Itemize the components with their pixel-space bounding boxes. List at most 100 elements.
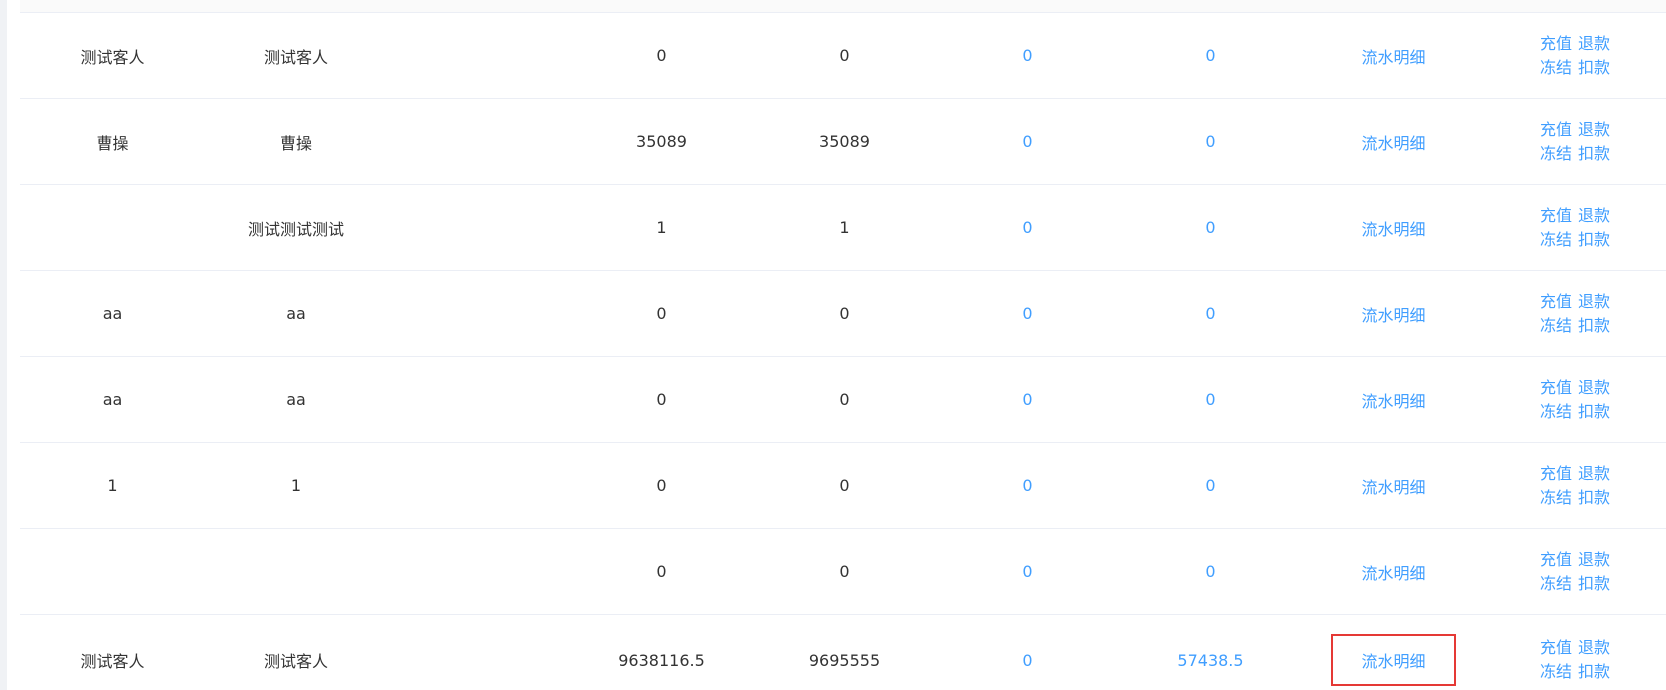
cell-col5-link[interactable]: 0 xyxy=(936,651,1119,670)
cell-col6-link[interactable]: 57438.5 xyxy=(1119,651,1302,670)
freeze-link[interactable]: 冻结 xyxy=(1540,144,1572,163)
actions-cell: 充值 退款 冻结 扣款 xyxy=(1485,118,1665,166)
deduct-link[interactable]: 扣款 xyxy=(1578,662,1610,681)
freeze-link[interactable]: 冻结 xyxy=(1540,316,1572,335)
refund-link[interactable]: 退款 xyxy=(1578,638,1610,657)
flow-cell: 流水明细 xyxy=(1302,202,1485,254)
table-header xyxy=(20,0,1666,13)
recharge-link[interactable]: 充值 xyxy=(1540,120,1572,139)
cell-col2: aa xyxy=(286,304,306,323)
table-row: aa aa 0 0 0 0 流水明细 充值 退款 冻结 扣款 xyxy=(20,271,1666,357)
cell-col6-link[interactable]: 0 xyxy=(1119,562,1302,581)
cell-col5-link[interactable]: 0 xyxy=(936,218,1119,237)
cell-col5-link[interactable]: 0 xyxy=(936,304,1119,323)
table-row: 0 0 0 0 流水明细 充值 退款 冻结 扣款 xyxy=(20,529,1666,615)
freeze-link[interactable]: 冻结 xyxy=(1540,230,1572,249)
recharge-link[interactable]: 充值 xyxy=(1540,550,1572,569)
cell-col4: 0 xyxy=(839,476,850,495)
cell-col4: 0 xyxy=(839,46,850,65)
flow-detail-link[interactable]: 流水明细 xyxy=(1331,30,1455,82)
flow-cell: 流水明细 xyxy=(1302,546,1485,598)
cell-col1: 测试客人 xyxy=(80,652,145,671)
cell-col6-link[interactable]: 0 xyxy=(1119,218,1302,237)
recharge-link[interactable]: 充值 xyxy=(1540,378,1572,397)
cell-col6-link[interactable]: 0 xyxy=(1119,390,1302,409)
freeze-link[interactable]: 冻结 xyxy=(1540,488,1572,507)
refund-link[interactable]: 退款 xyxy=(1578,550,1610,569)
cell-col5-link[interactable]: 0 xyxy=(936,476,1119,495)
cell-col5-link[interactable]: 0 xyxy=(936,46,1119,65)
flow-detail-link[interactable]: 流水明细 xyxy=(1331,202,1455,254)
recharge-link[interactable]: 充值 xyxy=(1540,292,1572,311)
cell-col3: 0 xyxy=(656,46,667,65)
table-row: 1 1 0 0 0 0 流水明细 充值 退款 冻结 扣款 xyxy=(20,443,1666,529)
cell-col2: 测试客人 xyxy=(263,47,328,67)
refund-link[interactable]: 退款 xyxy=(1578,378,1610,397)
actions-cell: 充值 退款 冻结 扣款 xyxy=(1485,290,1665,338)
refund-link[interactable]: 退款 xyxy=(1578,464,1610,483)
refund-link[interactable]: 退款 xyxy=(1578,120,1610,139)
freeze-link[interactable]: 冻结 xyxy=(1540,402,1572,421)
deduct-link[interactable]: 扣款 xyxy=(1578,316,1610,335)
deduct-link[interactable]: 扣款 xyxy=(1578,574,1610,593)
flow-detail-link[interactable]: 流水明细 xyxy=(1331,288,1455,340)
deduct-link[interactable]: 扣款 xyxy=(1578,58,1610,77)
cell-col3: 0 xyxy=(656,562,667,581)
row-actions: 充值 退款 冻结 扣款 xyxy=(1537,376,1613,424)
freeze-link[interactable]: 冻结 xyxy=(1540,662,1572,681)
table-panel: 测试客人 测试客人 0 0 0 0 流水明细 充值 退款 冻结 扣款 曹操 曹操… xyxy=(7,0,1666,690)
freeze-link[interactable]: 冻结 xyxy=(1540,574,1572,593)
refund-link[interactable]: 退款 xyxy=(1578,206,1610,225)
cell-col6-link[interactable]: 0 xyxy=(1119,132,1302,151)
refund-link[interactable]: 退款 xyxy=(1578,34,1610,53)
cell-col1: 1 xyxy=(107,476,118,495)
table-row: aa aa 0 0 0 0 流水明细 充值 退款 冻结 扣款 xyxy=(20,357,1666,443)
flow-cell: 流水明细 xyxy=(1302,116,1485,168)
cell-col5-link[interactable]: 0 xyxy=(936,562,1119,581)
actions-cell: 充值 退款 冻结 扣款 xyxy=(1485,462,1665,510)
flow-detail-link[interactable]: 流水明细 xyxy=(1331,116,1455,168)
recharge-link[interactable]: 充值 xyxy=(1540,206,1572,225)
cell-col3: 0 xyxy=(656,304,667,323)
flow-detail-link-highlighted[interactable]: 流水明细 xyxy=(1331,634,1456,686)
deduct-link[interactable]: 扣款 xyxy=(1578,230,1610,249)
cell-col1: aa xyxy=(102,304,123,323)
cell-col2: 测试客人 xyxy=(263,652,328,671)
cell-col4: 0 xyxy=(839,304,850,323)
actions-cell: 充值 退款 冻结 扣款 xyxy=(1485,376,1665,424)
freeze-link[interactable]: 冻结 xyxy=(1540,58,1572,77)
page: 测试客人 测试客人 0 0 0 0 流水明细 充值 退款 冻结 扣款 曹操 曹操… xyxy=(0,0,1666,690)
cell-col4: 0 xyxy=(839,562,850,581)
row-actions: 充值 退款 冻结 扣款 xyxy=(1537,462,1613,510)
cell-col4: 0 xyxy=(839,390,850,409)
cell-col4: 35089 xyxy=(819,132,870,151)
flow-cell: 流水明细 xyxy=(1302,288,1485,340)
flow-detail-link[interactable]: 流水明细 xyxy=(1331,460,1455,512)
actions-cell: 充值 退款 冻结 扣款 xyxy=(1485,32,1665,80)
recharge-link[interactable]: 充值 xyxy=(1540,638,1572,657)
cell-col3: 0 xyxy=(656,476,667,495)
table-row: 曹操 曹操 35089 35089 0 0 流水明细 充值 退款 冻结 扣款 xyxy=(20,99,1666,185)
row-actions: 充值 退款 冻结 扣款 xyxy=(1537,290,1613,338)
refund-link[interactable]: 退款 xyxy=(1578,292,1610,311)
flow-detail-link[interactable]: 流水明细 xyxy=(1331,374,1455,426)
cell-col6-link[interactable]: 0 xyxy=(1119,46,1302,65)
cell-col6-link[interactable]: 0 xyxy=(1119,476,1302,495)
deduct-link[interactable]: 扣款 xyxy=(1578,402,1610,421)
cell-col5-link[interactable]: 0 xyxy=(936,132,1119,151)
flow-cell: 流水明细 xyxy=(1302,460,1485,512)
cell-col3: 0 xyxy=(656,390,667,409)
table-body: 测试客人 测试客人 0 0 0 0 流水明细 充值 退款 冻结 扣款 曹操 曹操… xyxy=(20,13,1666,690)
row-actions: 充值 退款 冻结 扣款 xyxy=(1537,118,1613,166)
recharge-link[interactable]: 充值 xyxy=(1540,464,1572,483)
cell-col1: 曹操 xyxy=(96,133,129,153)
cell-col5-link[interactable]: 0 xyxy=(936,390,1119,409)
recharge-link[interactable]: 充值 xyxy=(1540,34,1572,53)
cell-col2: 测试测试测试 xyxy=(247,219,344,239)
flow-detail-link[interactable]: 流水明细 xyxy=(1331,546,1455,598)
deduct-link[interactable]: 扣款 xyxy=(1578,144,1610,163)
flow-cell: 流水明细 xyxy=(1302,634,1485,686)
flow-cell: 流水明细 xyxy=(1302,374,1485,426)
deduct-link[interactable]: 扣款 xyxy=(1578,488,1610,507)
cell-col6-link[interactable]: 0 xyxy=(1119,304,1302,323)
